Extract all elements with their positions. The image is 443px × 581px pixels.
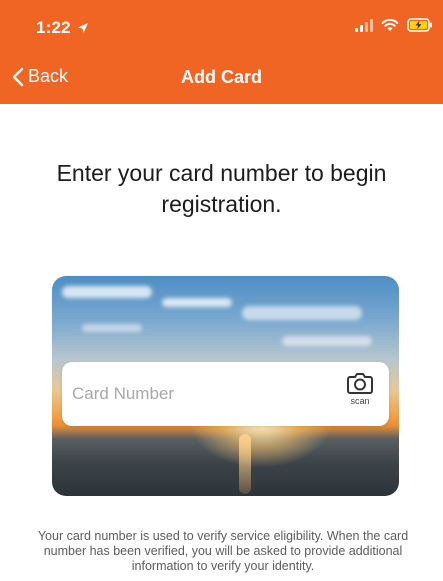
page-title: Add Card [181,67,262,87]
add-card-screen: 1:22 Back Add Card Enter your card numbe… [0,0,443,581]
location-arrow-icon [77,23,88,33]
status-bar: 1:22 [0,0,443,54]
wifi-icon [381,18,399,32]
battery-charging-icon [407,18,433,32]
cellular-signal-icon [355,18,373,32]
status-time: 1:22 [36,18,71,37]
camera-icon [347,373,373,394]
status-time-group: 1:22 [36,18,89,38]
registration-prompt: Enter your card number to begin registra… [56,160,387,217]
eligibility-info-text: Your card number is used to verify servi… [37,529,409,573]
status-icons [355,18,433,32]
nav-bar: Back Add Card [0,54,443,104]
card-number-panel: scan [62,362,389,426]
scan-label: scan [350,396,370,406]
app-header: 1:22 Back Add Card [0,0,443,104]
card-image: scan [52,276,399,496]
card-number-input[interactable] [72,374,330,414]
scan-button[interactable]: scan [341,372,379,418]
